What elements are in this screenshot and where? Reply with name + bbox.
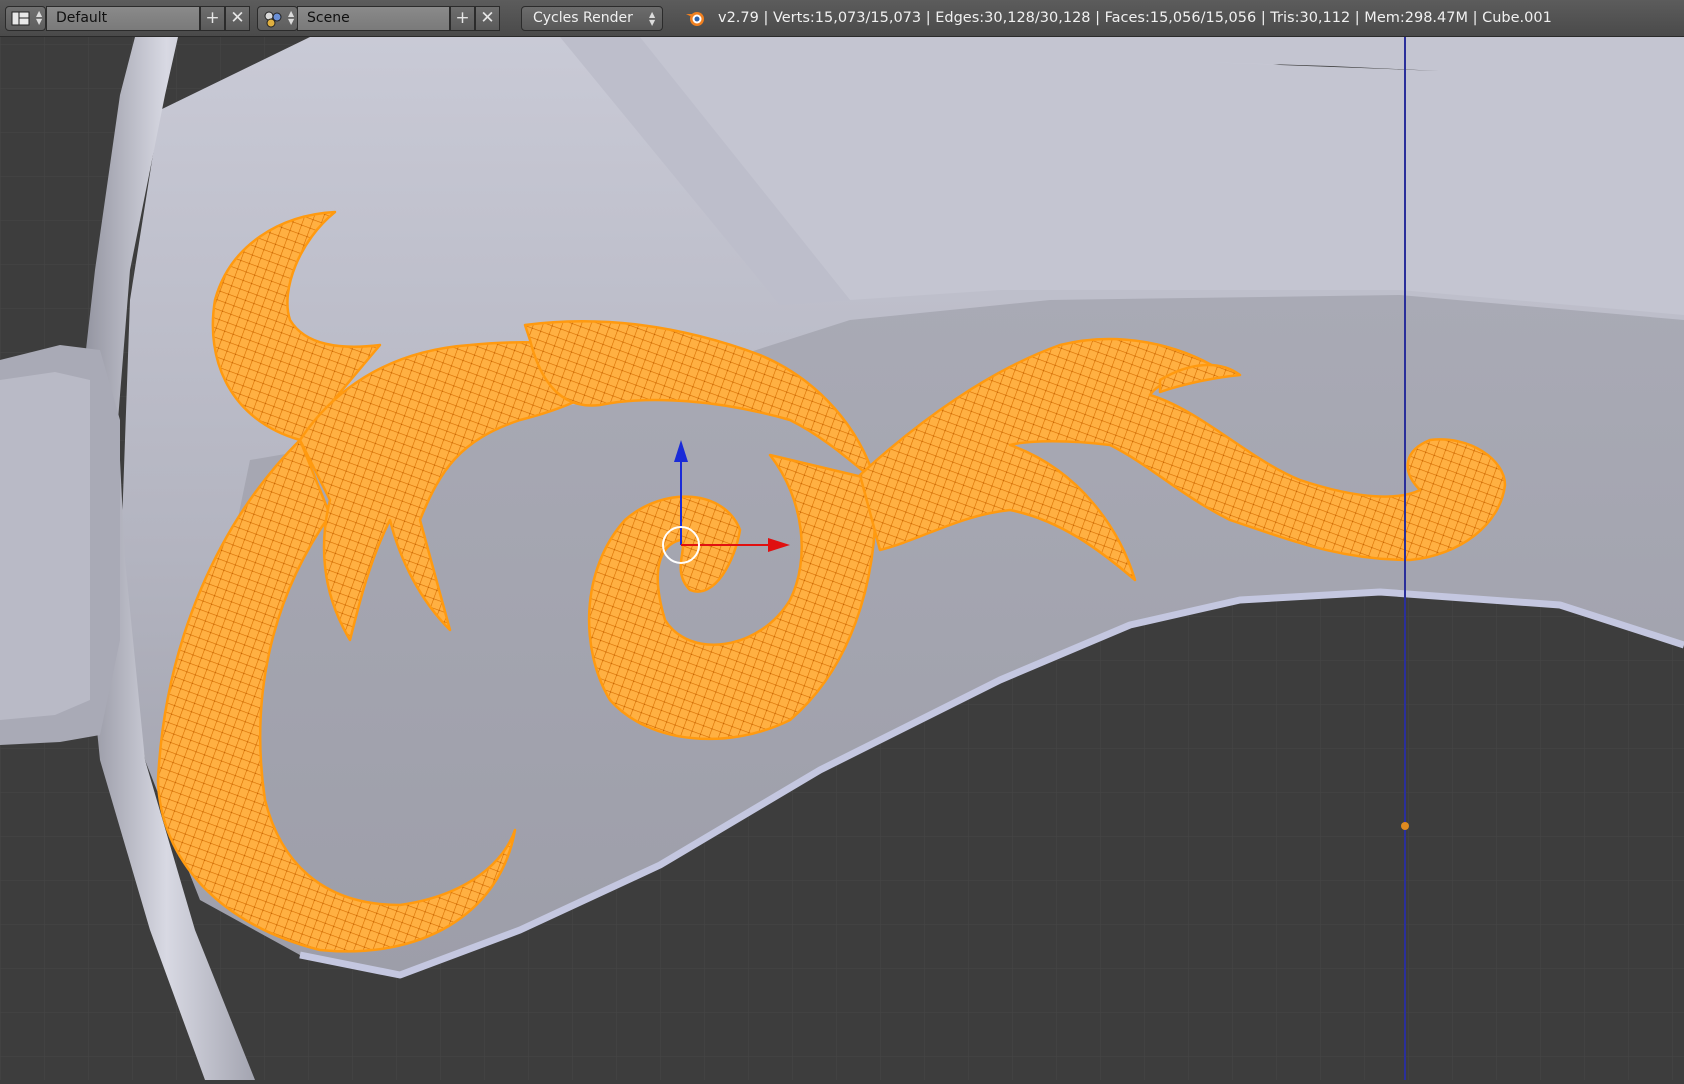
add-layout-button[interactable]: + <box>200 6 225 31</box>
remove-layout-button[interactable]: ✕ <box>225 6 250 31</box>
render-engine-dropdown[interactable]: Cycles Render ▲ ▼ <box>521 6 663 31</box>
plus-icon: + <box>205 8 220 28</box>
3d-viewport[interactable] <box>0 37 1684 1080</box>
chevron-updown-icon: ▲ ▼ <box>649 10 656 27</box>
info-header: ▲ ▼ Default + ✕ ▲ ▼ Scene + ✕ Cycles Rende… <box>0 0 1684 37</box>
handle-shading <box>0 372 90 720</box>
chevron-updown-icon: ▲ ▼ <box>288 9 295 26</box>
x-icon: ✕ <box>230 8 245 28</box>
add-scene-button[interactable]: + <box>450 6 475 31</box>
scene-menu[interactable]: ▲ ▼ <box>257 6 298 31</box>
blender-logo-icon <box>686 12 704 26</box>
screen-layout-menu[interactable]: ▲ ▼ <box>5 6 46 31</box>
layout-screens-icon <box>11 11 30 26</box>
chevron-updown-icon: ▲ ▼ <box>36 9 43 26</box>
scene-name-field[interactable]: Scene <box>297 6 450 31</box>
scene-statistics: v2.79 | Verts:15,073/15,073 | Edges:30,1… <box>718 10 1552 26</box>
scene-icon <box>264 11 282 28</box>
viewport-canvas[interactable] <box>0 37 1684 1080</box>
plus-icon: + <box>455 8 470 28</box>
light-origin-dot[interactable] <box>1401 822 1409 830</box>
remove-scene-button[interactable]: ✕ <box>475 6 500 31</box>
x-icon: ✕ <box>480 8 495 28</box>
layout-name-field[interactable]: Default <box>46 6 200 31</box>
render-engine-label: Cycles Render <box>533 10 633 26</box>
